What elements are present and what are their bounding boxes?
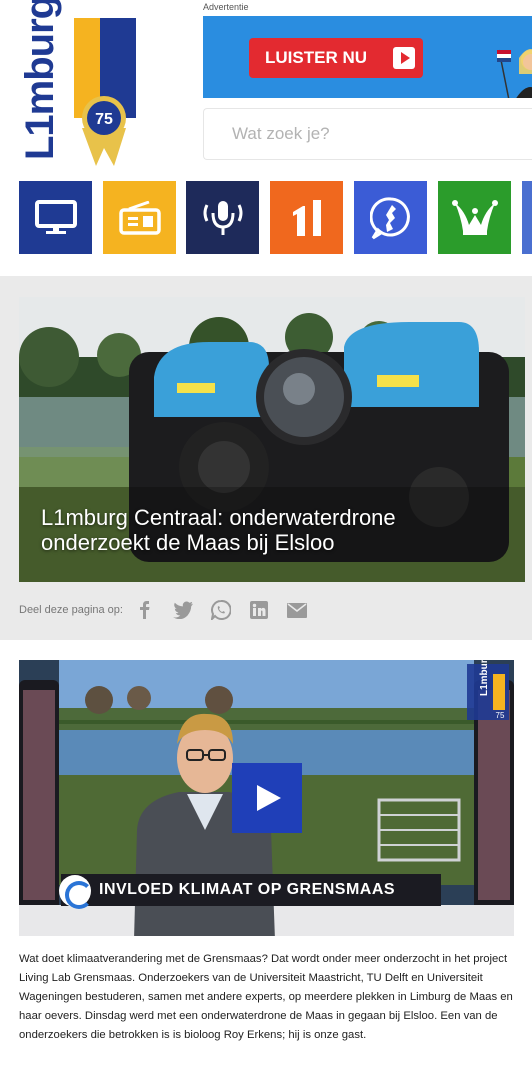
- limburg-map-icon: [369, 196, 410, 239]
- tile-tv[interactable]: [19, 181, 92, 254]
- carnival-jester-icon: [451, 199, 498, 235]
- share-bar: Deel deze pagina op:: [19, 598, 325, 622]
- radio-icon: [118, 200, 161, 235]
- tv-icon: [34, 199, 77, 234]
- ad-listen-button[interactable]: LUISTER NU: [249, 38, 423, 78]
- video-corner-logo: L1mburg: [479, 660, 490, 696]
- tile-more[interactable]: [522, 181, 532, 254]
- facebook-icon[interactable]: [135, 600, 155, 620]
- l1-centraal-logo-icon: [59, 875, 93, 909]
- news-icon: [292, 199, 321, 236]
- tile-news[interactable]: [270, 181, 343, 254]
- logo-wordmark[interactable]: L1mburg: [18, 0, 64, 160]
- site-header: L1mburg 75 Advertentie LUISTER NU: [0, 0, 532, 276]
- search-input[interactable]: [232, 124, 512, 144]
- logo-75-mark[interactable]: 75: [74, 18, 136, 166]
- mail-icon[interactable]: [286, 600, 307, 620]
- tile-podcast[interactable]: [186, 181, 259, 254]
- ad-button-label: LUISTER NU: [265, 48, 367, 67]
- article-body: Wat doet klimaatverandering met de Grens…: [19, 953, 513, 1041]
- video-corner-number: 75: [496, 711, 505, 720]
- tile-carnival[interactable]: [438, 181, 511, 254]
- search-bar[interactable]: [203, 108, 532, 160]
- twitter-icon[interactable]: [172, 600, 193, 620]
- ad-person-image: [497, 49, 532, 98]
- play-icon: [393, 47, 415, 69]
- logo-badge-number: 75: [95, 111, 113, 128]
- article-title[interactable]: L1mburg Centraal: onderwaterdrone onderz…: [41, 505, 501, 555]
- video-caption: INVLOED KLIMAAT OP GRENSMAAS: [99, 881, 396, 898]
- play-button[interactable]: [232, 763, 302, 833]
- podcast-icon: [203, 200, 242, 235]
- whatsapp-icon[interactable]: [210, 600, 231, 620]
- article-hero[interactable]: L1mburg Centraal: onderwaterdrone onderz…: [19, 297, 525, 582]
- tile-limburg[interactable]: [354, 181, 427, 254]
- linkedin-icon[interactable]: [249, 600, 269, 620]
- nav-tiles: [19, 181, 532, 254]
- video-player[interactable]: L1mburg 75 INVLOED KLIMAAT OP GRENSMAAS: [19, 660, 514, 936]
- ad-label: Advertentie: [203, 2, 249, 12]
- ad-banner[interactable]: LUISTER NU: [203, 16, 532, 98]
- share-label: Deel deze pagina op:: [19, 604, 123, 616]
- tile-radio[interactable]: [103, 181, 176, 254]
